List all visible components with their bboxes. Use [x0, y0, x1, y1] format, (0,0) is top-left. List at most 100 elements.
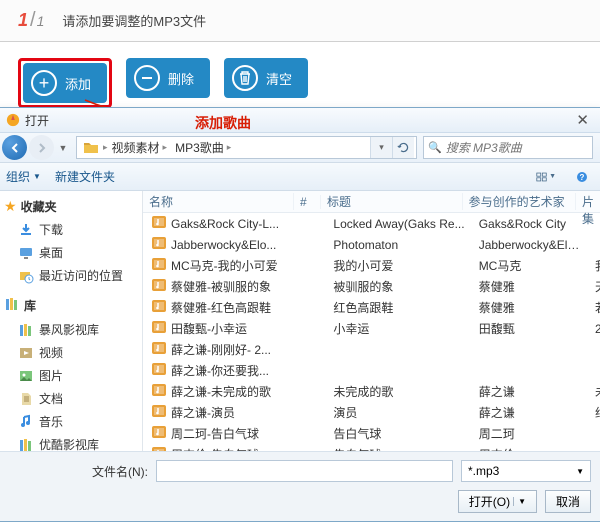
file-row[interactable]: MC马克-我的小可爱 我的小可爱 MC马克 我的小 — [143, 255, 600, 276]
lib-icon — [18, 437, 34, 452]
file-row[interactable]: 周二珂-告白气球 告白气球 周二珂 【歌单 — [143, 423, 600, 444]
dialog-body: ★收藏夹 下载桌面最近访问的位置 库 暴风影视库视频图片文档音乐优酷影视库 名称… — [0, 191, 600, 451]
file-artist: 田馥甄 — [473, 320, 589, 337]
file-name: 蔡健雅-红色高跟鞋 — [171, 299, 271, 316]
sidebar-item-label: 图片 — [39, 367, 63, 384]
navigation-row: ▼ ▸ 视频素材▸ MP3歌曲▸ ▾ 🔍 — [0, 133, 600, 163]
file-name: Gaks&Rock City-L... — [171, 217, 279, 231]
col-name[interactable]: 名称 — [143, 193, 294, 210]
sidebar-item-label: 桌面 — [39, 244, 63, 261]
download-icon — [18, 222, 34, 238]
sidebar-item-label: 音乐 — [39, 413, 63, 430]
column-headers: 名称 # 标题 参与创作的艺术家 唱片集 — [143, 191, 600, 213]
file-row[interactable]: 薛之谦-你还要我... — [143, 360, 600, 381]
step-current: 1 — [18, 10, 28, 31]
col-artist[interactable]: 参与创作的艺术家 — [463, 193, 576, 210]
file-row[interactable]: 周杰伦-告白气球 告白气球 周杰伦 — [143, 444, 600, 451]
filename-input[interactable] — [156, 460, 453, 482]
mp3-icon — [151, 424, 167, 443]
delete-button[interactable]: 删除 — [126, 58, 210, 98]
breadcrumb-1[interactable]: 视频素材▸ — [108, 137, 172, 158]
file-row[interactable]: Jabberwocky&Elo... Photomaton Jabberwock… — [143, 234, 600, 255]
sidebar-item[interactable]: 文档 — [0, 387, 140, 410]
file-name: Jabberwocky&Elo... — [171, 238, 276, 252]
sidebar-item-label: 视频 — [39, 344, 63, 361]
step-slash: / — [30, 9, 36, 32]
mp3-icon — [151, 319, 167, 338]
file-album: 我的小 — [589, 257, 600, 274]
help-button[interactable]: ? — [571, 167, 593, 187]
file-album: 若你碰 — [589, 299, 600, 316]
filename-label: 文件名(N): — [8, 463, 148, 480]
recent-icon — [18, 268, 34, 284]
view-options[interactable]: ▼ — [535, 167, 557, 187]
clear-button[interactable]: 清空 — [224, 58, 308, 98]
sidebar-item[interactable]: 暴风影视库 — [0, 318, 140, 341]
breadcrumb-2[interactable]: MP3歌曲▸ — [171, 137, 235, 158]
clear-button-label: 清空 — [266, 69, 292, 88]
file-album: 未完成 — [589, 383, 600, 400]
sidebar-item-label: 最近访问的位置 — [39, 267, 123, 284]
search-input[interactable] — [446, 141, 600, 155]
back-button[interactable] — [2, 135, 27, 160]
dialog-icon — [6, 113, 20, 127]
file-artist: MC马克 — [473, 257, 589, 274]
organize-menu[interactable]: 组织 ▼ — [6, 168, 41, 185]
address-bar[interactable]: ▸ 视频素材▸ MP3歌曲▸ ▾ — [76, 136, 417, 159]
history-dropdown[interactable]: ▼ — [56, 143, 70, 153]
file-row[interactable]: 薛之谦-刚刚好- 2... — [143, 339, 600, 360]
mp3-icon — [151, 298, 167, 317]
file-row[interactable]: 薛之谦-演员 演员 薛之谦 绅士 — [143, 402, 600, 423]
music-icon — [18, 414, 34, 430]
delete-button-label: 删除 — [168, 69, 194, 88]
file-name: 蔡健雅-被驯服的象 — [171, 278, 271, 295]
sidebar-item[interactable]: 图片 — [0, 364, 140, 387]
trash-icon — [232, 65, 258, 91]
highlight-box: + 添加 — [18, 58, 112, 108]
picture-icon — [18, 368, 34, 384]
mp3-icon — [151, 235, 167, 254]
file-artist: Gaks&Rock City — [473, 217, 589, 231]
filetype-select[interactable]: *.mp3▼ — [461, 460, 591, 482]
instruction-text: 请添加要调整的MP3文件 — [62, 11, 206, 30]
file-row[interactable]: 薛之谦-未完成的歌 未完成的歌 薛之谦 未完成 — [143, 381, 600, 402]
address-dropdown[interactable]: ▾ — [370, 137, 392, 158]
sidebar-libraries[interactable]: 库 — [0, 293, 140, 318]
sidebar-item[interactable]: 最近访问的位置 — [0, 264, 140, 287]
plus-icon: + — [31, 70, 57, 96]
svg-text:?: ? — [580, 173, 585, 182]
search-box[interactable]: 🔍 — [423, 136, 593, 159]
file-open-dialog: 打开 ✕ ▼ ▸ 视频素材▸ MP3歌曲▸ ▾ 🔍 组织 ▼ 新建文件夹 ▼ ? — [0, 107, 600, 522]
col-num[interactable]: # — [294, 195, 321, 209]
forward-button[interactable] — [29, 135, 54, 160]
mp3-icon — [151, 445, 167, 451]
file-artist: Jabberwocky&Elo... — [473, 238, 589, 252]
sidebar-item[interactable]: 下载 — [0, 218, 140, 241]
file-album: 绅士 — [589, 404, 600, 421]
sidebar-item[interactable]: 桌面 — [0, 241, 140, 264]
file-title: 告白气球 — [327, 446, 472, 451]
sidebar-item[interactable]: 音乐 — [0, 410, 140, 433]
step-total: 1 — [37, 13, 45, 29]
file-name: 薛之谦-刚刚好- 2... — [171, 341, 271, 358]
file-title: 小幸运 — [327, 320, 472, 337]
file-row[interactable]: 蔡健雅-被驯服的象 被驯服的象 蔡健雅 天使与 — [143, 276, 600, 297]
open-button[interactable]: 打开(O)▼ — [458, 490, 537, 513]
close-icon[interactable]: ✕ — [572, 111, 593, 129]
sidebar-favorites[interactable]: ★收藏夹 — [0, 195, 140, 218]
file-row[interactable]: 蔡健雅-红色高跟鞋 红色高跟鞋 蔡健雅 若你碰 — [143, 297, 600, 318]
sidebar-item[interactable]: 优酷影视库 — [0, 433, 140, 451]
sidebar-item[interactable]: 视频 — [0, 341, 140, 364]
col-title[interactable]: 标题 — [321, 193, 463, 210]
cancel-button[interactable]: 取消 — [545, 490, 591, 513]
refresh-button[interactable] — [392, 137, 414, 158]
newfolder-button[interactable]: 新建文件夹 — [55, 168, 115, 185]
file-title: 红色高跟鞋 — [327, 299, 472, 316]
file-title: 被驯服的象 — [327, 278, 472, 295]
file-row[interactable]: 田馥甄-小幸运 小幸运 田馥甄 2015国 — [143, 318, 600, 339]
file-artist: 周二珂 — [473, 425, 589, 442]
file-row[interactable]: Gaks&Rock City-L... Locked Away(Gaks Re.… — [143, 213, 600, 234]
add-button[interactable]: + 添加 — [23, 63, 107, 103]
sidebar-item-label: 下载 — [39, 221, 63, 238]
video-icon — [18, 345, 34, 361]
